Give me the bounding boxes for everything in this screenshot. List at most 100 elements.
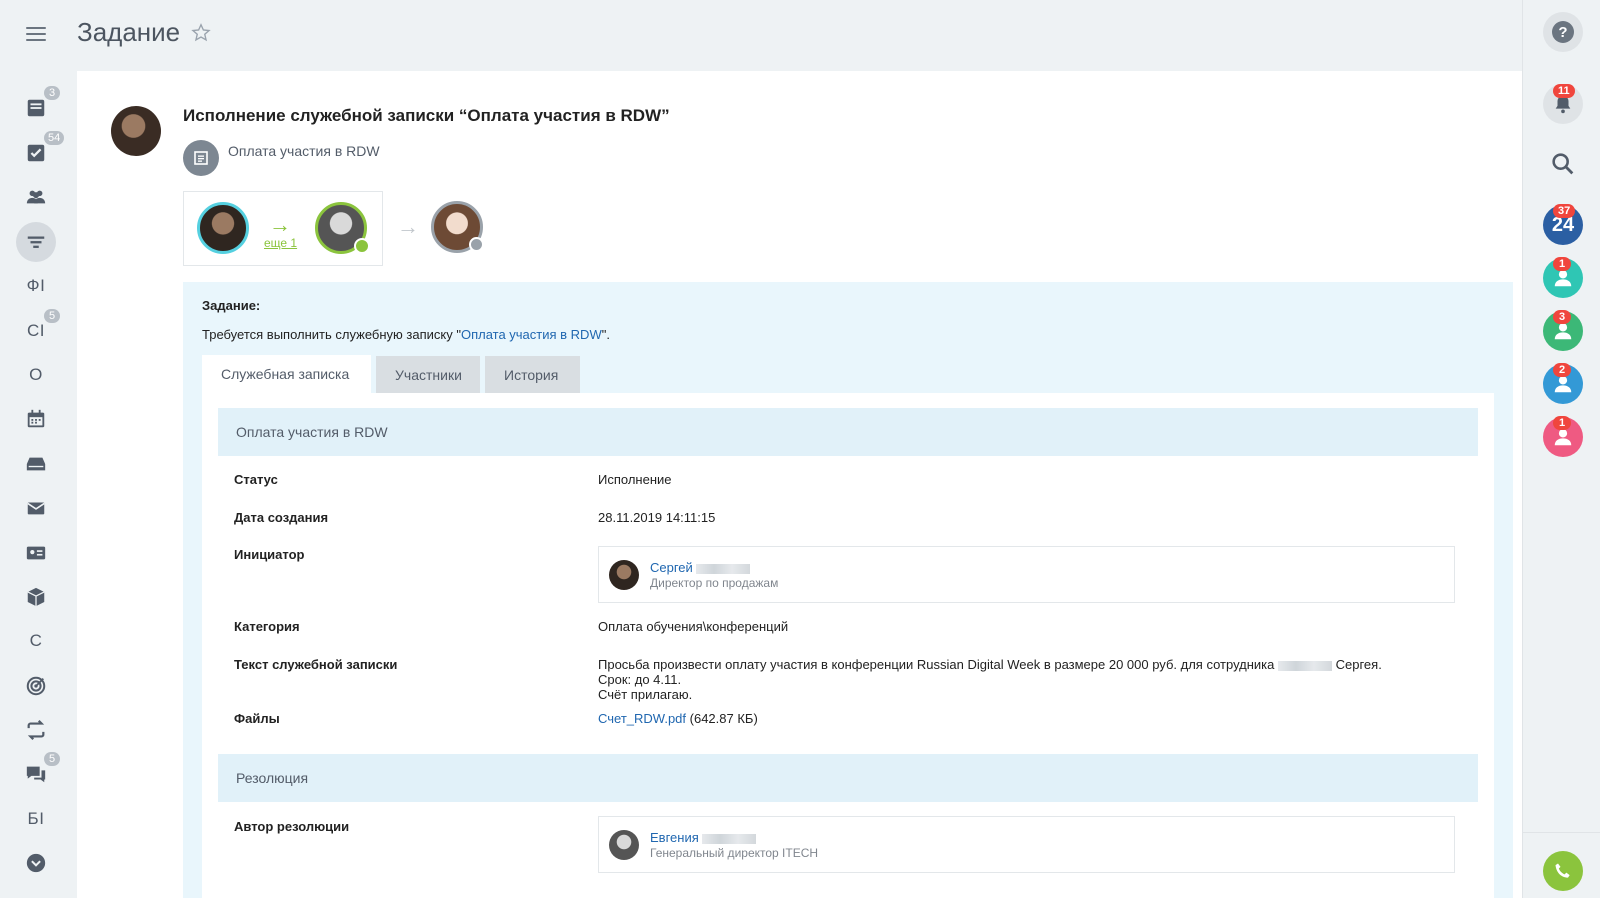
sync-icon	[27, 720, 45, 740]
nav-letter: О	[29, 365, 43, 384]
memo-section-header: Оплата участия в RDW	[218, 408, 1478, 456]
task-title: Исполнение служебной записки “Оплата уча…	[183, 106, 670, 125]
document-icon	[183, 140, 219, 176]
contacts-card-icon	[26, 546, 46, 560]
more-participants-link[interactable]: еще 1	[264, 236, 297, 250]
nav-letter-ci[interactable]: СІ 5	[14, 309, 60, 351]
created-label: Дата создания	[234, 510, 329, 525]
nav-count: 5	[44, 752, 60, 766]
file-size: (642.87 КБ)	[689, 711, 758, 726]
initiator-position: Директор по продажам	[650, 576, 779, 590]
task-label: Задание:	[202, 298, 261, 313]
task-desc-suffix: ".	[601, 327, 610, 342]
initiator-avatar[interactable]	[609, 560, 639, 590]
task-desc-prefix: Требуется выполнить служебную записку "	[202, 327, 461, 342]
nav-tasks[interactable]: 54	[14, 131, 65, 173]
contact-count: 1	[1553, 416, 1571, 430]
file-link[interactable]: Счет_RDW.pdf	[598, 711, 686, 726]
notifications-count: 11	[1553, 84, 1575, 98]
resolution-author-label: Автор резолюции	[234, 819, 350, 834]
task-panel: Задание: Требуется выполнить служебную з…	[183, 282, 1513, 898]
help-button[interactable]: ?	[1543, 12, 1583, 52]
nav-feed[interactable]: 3	[14, 86, 60, 128]
tab-history[interactable]: История	[485, 356, 580, 394]
contact-count: 2	[1553, 363, 1571, 377]
nav-letter-c[interactable]: С	[14, 621, 58, 661]
nav-calendar[interactable]	[14, 399, 58, 439]
groups-icon	[26, 190, 46, 204]
call-button[interactable]	[1543, 851, 1583, 891]
page-title: Задание	[77, 17, 181, 47]
chat-bubbles-icon	[26, 766, 46, 783]
nav-mail[interactable]	[14, 488, 58, 528]
check-icon	[354, 238, 370, 254]
contact-count: 3	[1553, 310, 1571, 324]
nav-letter-o[interactable]: О	[14, 355, 58, 395]
task-card: Исполнение служебной записки “Оплата уча…	[77, 71, 1522, 898]
mail-icon	[27, 502, 45, 515]
nav-box[interactable]	[14, 577, 58, 617]
left-sidebar: 3 54 ФІ СІ 5 О С 5 БІ	[0, 0, 70, 898]
memo-tab-content: Оплата участия в RDW Статус Исполнение Д…	[202, 393, 1494, 898]
nav-letter: С	[29, 631, 43, 650]
category-value: Оплата обучения\конференций	[598, 619, 789, 634]
participant-avatar[interactable]	[197, 202, 249, 254]
initiator-label: Инициатор	[234, 547, 305, 562]
target-icon	[26, 676, 46, 696]
bitrix24-count: 37	[1553, 204, 1576, 218]
document-subtitle: Оплата участия в RDW	[228, 143, 380, 159]
category-label: Категория	[234, 619, 300, 634]
nav-target[interactable]	[14, 666, 58, 706]
nav-groups[interactable]	[14, 177, 58, 217]
nav-contacts[interactable]	[14, 533, 58, 573]
initiator-name[interactable]: Сергей	[650, 560, 751, 575]
hamburger-menu-icon[interactable]	[24, 24, 48, 44]
arrow-right-icon: →	[397, 214, 419, 239]
nav-letter-fi[interactable]: ФІ	[14, 266, 58, 306]
nav-count: 54	[44, 131, 65, 145]
resolution-author-position: Генеральный директор ITECH	[650, 846, 819, 860]
tasks-check-icon	[27, 144, 45, 162]
nav-count: 5	[44, 309, 60, 323]
search-icon[interactable]	[1549, 150, 1577, 178]
calendar-icon	[27, 409, 45, 428]
right-sidebar: ? 11 24 37 1 3 2 1	[1522, 0, 1600, 898]
task-description: Требуется выполнить служебную записку "О…	[202, 327, 610, 342]
tab-memo[interactable]: Служебная записка	[202, 355, 371, 393]
nav-count: 3	[44, 86, 60, 100]
resolution-author-name[interactable]: Евгения	[650, 830, 757, 845]
chevron-down-circle-icon	[26, 853, 46, 873]
clock-icon	[469, 237, 484, 252]
author-avatar[interactable]	[111, 106, 161, 156]
resolution-author-card: Евгения Генеральный директор ITECH	[598, 816, 1455, 873]
help-icon: ?	[1552, 21, 1574, 43]
filter-icon	[27, 236, 45, 248]
workflow-participants: → еще 1	[183, 191, 383, 266]
nav-chat[interactable]: 5	[14, 752, 60, 794]
phone-icon	[1555, 863, 1570, 878]
nav-drive[interactable]	[14, 444, 58, 484]
nav-more[interactable]	[14, 843, 58, 883]
nav-letter-bi[interactable]: БІ	[14, 799, 58, 839]
initiator-card: Сергей Директор по продажам	[598, 546, 1455, 603]
files-label: Файлы	[234, 711, 280, 726]
feed-icon	[27, 99, 45, 117]
nav-letter: СІ	[27, 321, 45, 340]
memo-link[interactable]: Оплата участия в RDW	[461, 327, 602, 342]
resolution-section-header: Резолюция	[218, 754, 1478, 802]
nav-sync[interactable]	[14, 710, 58, 750]
nav-filter[interactable]	[16, 222, 56, 262]
nav-letter: БІ	[27, 809, 45, 828]
arrow-right-icon: →	[269, 212, 291, 237]
tab-participants[interactable]: Участники	[376, 356, 480, 394]
resolution-author-avatar[interactable]	[609, 830, 639, 860]
memo-text-label: Текст служебной записки	[234, 657, 398, 672]
star-icon[interactable]	[190, 22, 212, 44]
contact-count: 1	[1553, 257, 1571, 271]
file-entry: Счет_RDW.pdf (642.87 КБ)	[598, 711, 758, 726]
created-value: 28.11.2019 14:11:15	[598, 510, 716, 525]
nav-letter: ФІ	[26, 276, 46, 295]
memo-text-value: Просьба произвести оплату участия в конф…	[598, 657, 1382, 702]
status-value: Исполнение	[598, 472, 672, 487]
box-icon	[27, 587, 45, 607]
